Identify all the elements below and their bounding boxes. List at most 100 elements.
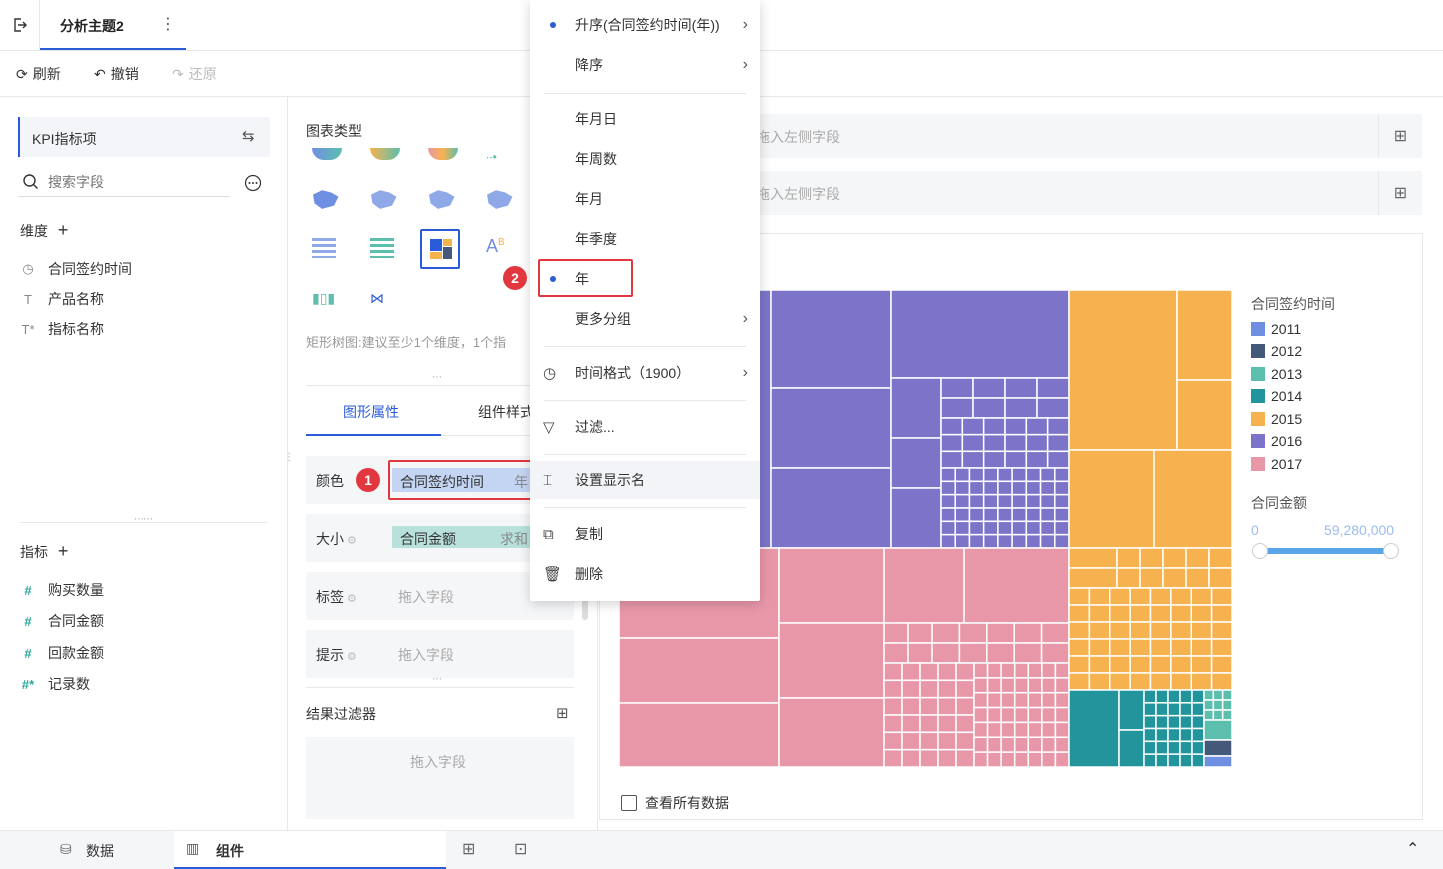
treemap-cell[interactable] [919,662,939,682]
treemap-cell[interactable] [1088,587,1111,606]
treemap-cell[interactable] [997,480,1013,496]
treemap-cell[interactable] [890,437,942,489]
treemap-cell[interactable] [1179,689,1193,704]
treemap-cell[interactable] [1116,567,1141,589]
treemap-cell[interactable] [968,480,985,496]
treemap-cell[interactable] [883,748,903,767]
tooltip-prop-row[interactable]: 提示 ⚙ 拖入字段 [306,630,574,678]
treemap-cell[interactable] [997,467,1013,483]
treemap-cell[interactable] [973,677,989,694]
resize-handle[interactable]: ⋯ [432,674,442,685]
candlestick-icon[interactable]: ▮▯▮ [312,290,335,307]
treemap-cell[interactable] [1039,493,1056,509]
treemap-cell[interactable] [1191,702,1205,717]
treemap-cell[interactable] [1068,655,1091,674]
treemap-cell[interactable] [940,493,956,509]
treemap-cell[interactable] [1167,727,1181,743]
treemap-cell[interactable] [1210,604,1232,623]
treemap-cell[interactable] [1054,507,1070,523]
undo-button[interactable]: ↶ 撤销 [94,64,139,84]
treemap-cell[interactable] [1004,417,1028,436]
treemap-cell[interactable] [1068,547,1118,569]
tab-analysis-topic[interactable]: 分析主题2 ⋮ [40,0,186,50]
treemap-cell[interactable] [1116,547,1141,569]
treemap-cell[interactable] [1040,622,1070,644]
treemap-cell[interactable] [1088,621,1111,640]
treemap-cell[interactable] [1025,533,1042,549]
treemap-cell[interactable] [940,450,964,469]
treemap-cell[interactable] [940,533,956,549]
treemap-cell[interactable] [940,507,956,523]
treemap-cell[interactable] [1203,719,1232,741]
treemap-cell[interactable] [958,642,988,664]
treemap-cell[interactable] [1167,753,1181,767]
treemap-cell[interactable] [972,397,1006,419]
treemap-cell[interactable] [1210,672,1232,691]
treemap-cell[interactable] [1118,689,1145,731]
treemap-cell[interactable] [1027,721,1043,739]
treemap-cell[interactable] [1143,689,1157,704]
treemap-cell[interactable] [1036,377,1070,399]
treemap-cell[interactable] [1068,621,1091,640]
treemap-cell[interactable] [883,679,903,699]
treemap-cell[interactable] [982,450,1006,469]
treemap-cell[interactable] [954,520,971,536]
add-page-icon[interactable]: ⊡ [514,839,527,859]
legend-item[interactable]: 2013 [1251,366,1302,382]
treemap-cell[interactable] [1041,721,1057,739]
treemap-cell[interactable] [1185,567,1210,589]
redo-button[interactable]: ↷ 还原 [172,64,217,84]
measure-item[interactable]: #* 记录数 [20,674,90,694]
treemap-cell[interactable] [937,731,957,751]
treemap-cell[interactable] [1109,638,1131,657]
treemap-cell[interactable] [1221,709,1232,721]
treemap-cell[interactable] [1088,655,1111,674]
menu-item-copy[interactable]: ⧉ 复制 [530,515,760,553]
treemap-cell[interactable] [1170,672,1192,691]
treemap-cell[interactable] [1129,672,1152,691]
treemap-cell[interactable] [961,417,985,436]
treemap-cell[interactable] [619,702,780,767]
treemap-cell[interactable] [1027,677,1043,694]
treemap-cell[interactable] [1170,621,1192,640]
treemap-cell[interactable] [1039,520,1056,536]
treemap-cell[interactable] [1068,290,1178,451]
legend-item[interactable]: 2011 [1251,321,1301,337]
treemap-cell[interactable] [986,721,1002,739]
treemap-cell[interactable] [1039,480,1056,496]
treemap-cell[interactable] [1179,740,1193,755]
treemap-cell[interactable] [1054,662,1070,679]
treemap-cell[interactable] [973,736,989,753]
treemap-cell[interactable] [1068,567,1118,589]
treemap-cell[interactable] [1039,507,1056,523]
treemap-cell[interactable] [1179,753,1193,767]
treemap-cell[interactable] [1155,727,1169,743]
treemap-cell[interactable] [1190,621,1213,640]
treemap-cell[interactable] [1011,507,1028,523]
dimension-item[interactable]: T 产品名称 [20,289,104,309]
treemap-cell[interactable] [1149,655,1172,674]
treemap-cell[interactable] [1041,677,1057,694]
treemap-cell[interactable] [940,480,956,496]
treemap-cell[interactable] [1149,638,1172,657]
treemap-cell[interactable] [1143,740,1157,755]
treemap-cell[interactable] [1041,662,1057,679]
menu-item-delete[interactable]: 🗑 删除 [530,555,760,593]
treemap-cell[interactable] [1013,691,1030,709]
treemap-cell[interactable] [973,691,989,709]
treemap-cell[interactable] [770,467,892,549]
treemap-cell[interactable] [1176,379,1232,451]
treemap-cell[interactable] [963,547,1070,624]
treemap-cell[interactable] [1155,714,1169,730]
treemap-cell[interactable] [1191,689,1205,704]
treemap-cell[interactable] [961,450,985,469]
treemap-cell[interactable] [919,696,939,716]
treemap-cell[interactable] [973,751,989,767]
col-config-icon[interactable]: ⊞ [1378,171,1422,215]
treemap-cell[interactable] [1054,467,1070,483]
treemap-cell[interactable] [1190,638,1213,657]
treemap-cell[interactable] [931,642,961,664]
menu-item-more-group[interactable]: 更多分组 › [530,300,760,338]
treemap-cell[interactable] [1155,689,1169,704]
treemap-cell[interactable] [1221,689,1232,701]
